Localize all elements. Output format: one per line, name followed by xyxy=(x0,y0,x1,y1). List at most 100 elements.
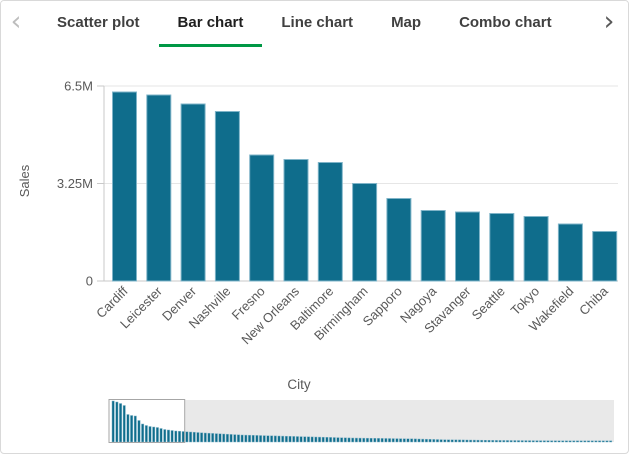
navigator-mini-bar xyxy=(417,438,421,443)
navigator-mini-bar xyxy=(214,433,218,443)
bar-baltimore[interactable] xyxy=(317,162,343,282)
navigator-mini-bar xyxy=(178,430,181,443)
navigator-mini-bar xyxy=(513,440,517,443)
navigator-mini-bar xyxy=(137,420,141,443)
chart-scroll-navigator[interactable] xyxy=(1,394,629,452)
navigator-mini-bar xyxy=(189,431,192,443)
tabs-scroll-left-button[interactable]: ‹ xyxy=(3,5,29,39)
navigator-mini-bar xyxy=(557,440,561,443)
navigator-mini-bar xyxy=(553,440,557,443)
tabs-scroll-right-button[interactable]: › xyxy=(596,5,622,39)
bar-seattle[interactable] xyxy=(489,213,515,282)
navigator-mini-bar xyxy=(450,439,454,443)
navigator-mini-bar xyxy=(229,434,233,443)
navigator-mini-bar xyxy=(561,440,565,443)
navigator-mini-bar xyxy=(152,426,156,443)
navigator-mini-bar xyxy=(480,439,484,443)
navigator-mini-bar xyxy=(343,437,347,443)
navigator-mini-bar xyxy=(303,436,307,443)
navigator-mini-bar xyxy=(439,439,443,443)
navigator-mini-bar xyxy=(491,440,495,443)
tab-combo-chart[interactable]: Combo chart xyxy=(440,1,571,47)
navigator-mini-bar xyxy=(410,438,414,443)
navigator-mini-bar xyxy=(167,429,170,443)
navigator-mini-bar xyxy=(211,433,215,443)
bar-denver[interactable] xyxy=(180,103,206,282)
navigator-mini-bar xyxy=(332,437,336,443)
tab-bar-chart[interactable]: Bar chart xyxy=(158,1,263,47)
navigator-mini-bar xyxy=(402,438,406,443)
bar-fresno[interactable] xyxy=(249,154,275,282)
navigator-mini-bar xyxy=(144,425,148,443)
bar-nagoya[interactable] xyxy=(420,210,446,282)
navigator-mini-bar xyxy=(568,440,572,443)
navigator-mini-bar xyxy=(465,439,469,443)
navigator-mini-bar xyxy=(539,440,543,443)
y-axis-title: Sales xyxy=(17,164,32,197)
y-tick-label: 6.5M xyxy=(64,79,93,94)
navigator-mini-bar xyxy=(487,440,491,443)
navigator-mini-bar xyxy=(130,415,134,443)
navigator-mini-bar xyxy=(373,438,377,443)
bar-chart[interactable]: 03.25M6.5MSalesCardiffLeicesterDenverNas… xyxy=(1,47,629,377)
bar-sapporo[interactable] xyxy=(386,198,412,282)
navigator-mini-bar xyxy=(207,432,211,443)
bar-wakefield[interactable] xyxy=(557,223,583,282)
navigator-mini-bar xyxy=(380,438,384,443)
navigator-mini-bar xyxy=(296,436,299,443)
navigator-mini-bar xyxy=(594,440,598,443)
navigator-mini-bar xyxy=(458,439,461,443)
navigator-mini-bar xyxy=(133,415,137,443)
navigator-mini-bar xyxy=(314,436,318,443)
navigator-mini-bar xyxy=(281,435,285,443)
navigator-mini-bar xyxy=(520,440,524,443)
navigator-mini-bar xyxy=(321,436,325,443)
navigator-mini-bar xyxy=(572,440,576,443)
navigator-mini-bar xyxy=(579,440,583,443)
navigator-mini-bar xyxy=(476,439,480,443)
bar-stavanger[interactable] xyxy=(455,211,480,282)
navigator-mini-bar xyxy=(454,439,458,443)
bar-nashville[interactable] xyxy=(214,111,240,282)
navigator-mini-bar xyxy=(288,436,292,443)
navigator-mini-bar xyxy=(469,439,473,443)
navigator-mini-bar xyxy=(472,439,476,443)
navigator-mini-bar xyxy=(528,440,532,443)
navigator-mini-bar xyxy=(340,437,344,443)
navigator-mini-bar xyxy=(565,440,568,443)
navigator-mini-bar xyxy=(126,414,130,443)
navigator-mini-bar xyxy=(609,440,613,443)
bar-tokyo[interactable] xyxy=(523,216,549,282)
bar-cardiff[interactable] xyxy=(112,91,137,282)
navigator-mini-bar xyxy=(119,403,122,443)
bar-leicester[interactable] xyxy=(146,94,172,282)
bar-birmingham[interactable] xyxy=(352,183,378,282)
navigator-mini-bar xyxy=(170,430,174,443)
navigator-mini-bar xyxy=(369,438,373,443)
navigator-mini-bar xyxy=(395,438,399,443)
navigator-mini-bar xyxy=(388,438,391,443)
navigator-mini-bar xyxy=(292,436,296,443)
tab-scatter-plot[interactable]: Scatter plot xyxy=(38,1,159,47)
navigator-mini-bar xyxy=(185,431,189,443)
navigator-mini-bar xyxy=(542,440,546,443)
navigator-mini-bar xyxy=(225,433,229,443)
tab-map[interactable]: Map xyxy=(372,1,440,47)
bar-new-orleans[interactable] xyxy=(283,159,309,282)
navigator-mini-bar xyxy=(141,423,145,443)
navigator-mini-bar xyxy=(244,434,248,443)
navigator-mini-bar xyxy=(535,440,539,443)
tab-line-chart[interactable]: Line chart xyxy=(262,1,372,47)
navigator-mini-bar xyxy=(251,435,255,443)
y-tick-label: 3.25M xyxy=(57,176,93,191)
navigator-mini-bar xyxy=(399,438,403,443)
navigator-mini-bar xyxy=(259,435,262,443)
navigator-mini-bar xyxy=(354,437,358,443)
bar-chiba[interactable] xyxy=(592,231,618,282)
navigator-mini-bar xyxy=(384,438,388,443)
navigator-mini-bar xyxy=(159,428,163,443)
navigator-mini-bar xyxy=(181,431,185,443)
navigator-mini-bar xyxy=(155,427,159,443)
navigator-mini-bar xyxy=(583,440,587,443)
navigator-mini-bar xyxy=(428,439,432,443)
